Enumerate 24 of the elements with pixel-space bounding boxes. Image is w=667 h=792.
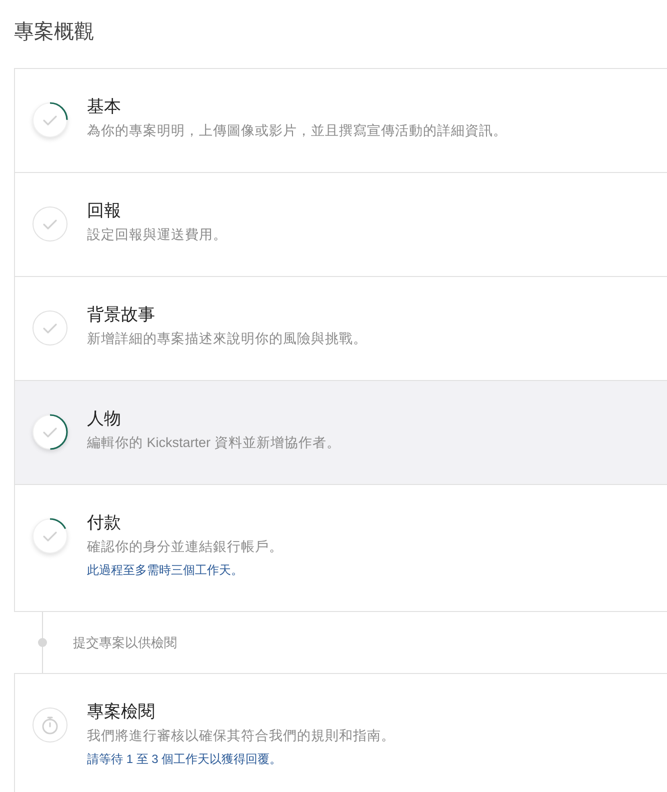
- progress-check-icon: [32, 310, 68, 346]
- progress-check-icon: [32, 102, 68, 138]
- progress-check-icon: [32, 518, 68, 554]
- step-title: 回報: [87, 200, 121, 222]
- step-note: 此過程至多需時三個工作天。: [87, 562, 243, 579]
- step-description: 設定回報與運送費用。: [87, 226, 227, 244]
- progress-check-icon: [32, 206, 68, 242]
- step-title: 基本: [87, 96, 121, 118]
- timeline-dot-icon: [38, 638, 47, 647]
- review-title: 專案檢閱: [87, 701, 155, 723]
- step-title: 付款: [87, 512, 121, 534]
- step-row[interactable]: 人物 編輯你的 Kickstarter 資料並新增協作者。: [15, 381, 667, 485]
- step-description: 新增詳細的專案描述來說明你的風險與挑戰。: [87, 330, 367, 348]
- stopwatch-icon: [32, 707, 68, 743]
- step-title: 背景故事: [87, 304, 155, 326]
- step-description: 為你的專案明明，上傳圖像或影片，並且撰寫宣傳活動的詳細資訊。: [87, 122, 507, 140]
- step-description: 編輯你的 Kickstarter 資料並新增協作者。: [87, 434, 340, 452]
- review-note: 請等待 1 至 3 個工作天以獲得回覆。: [87, 751, 282, 768]
- review-description: 我們將進行審核以確保其符合我們的規則和指南。: [87, 727, 395, 745]
- submit-step-label: 提交專案以供檢閱: [73, 634, 177, 652]
- step-title: 人物: [87, 408, 121, 430]
- step-description: 確認你的身分並連結銀行帳戶。: [87, 538, 283, 556]
- page-title: 專案概觀: [14, 20, 94, 45]
- progress-check-icon: [32, 414, 68, 450]
